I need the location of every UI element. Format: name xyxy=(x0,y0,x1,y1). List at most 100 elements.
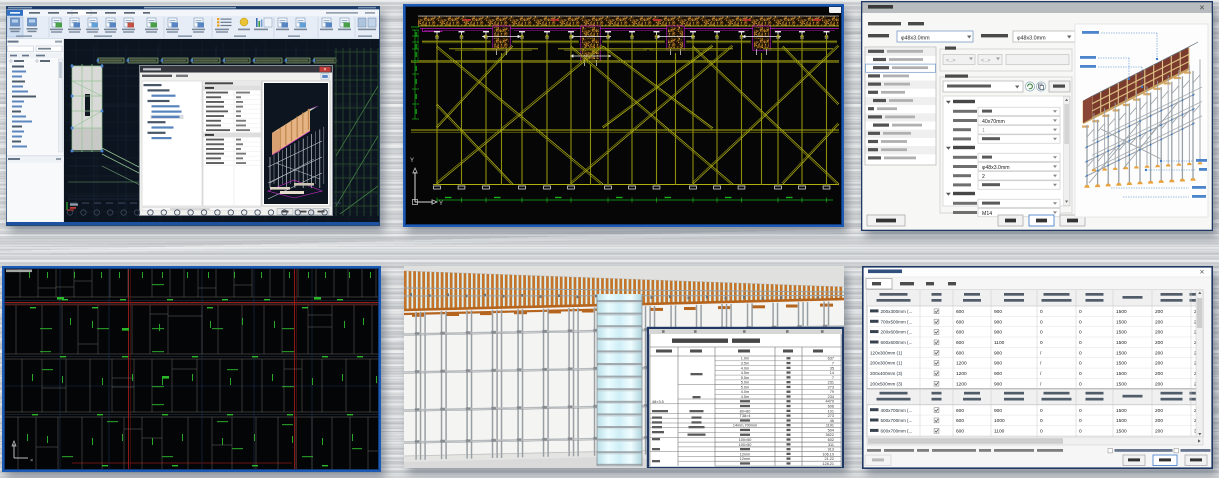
svg-text:1100: 1100 xyxy=(994,340,1005,346)
svg-text:913: 913 xyxy=(828,448,834,452)
svg-text:200x400mm (3): 200x400mm (3) xyxy=(870,371,903,376)
svg-text:200: 200 xyxy=(1155,309,1163,315)
svg-text:80×80: 80×80 xyxy=(740,409,751,413)
svg-text:200: 200 xyxy=(1155,361,1163,367)
svg-text:0: 0 xyxy=(1079,381,1082,387)
svg-text:231: 231 xyxy=(828,381,834,385)
svg-text:14mm,700mm: 14mm,700mm xyxy=(733,424,757,428)
svg-text:900: 900 xyxy=(994,381,1002,387)
svg-text:900: 900 xyxy=(994,330,1002,336)
svg-text:4479: 4479 xyxy=(826,400,834,404)
svg-text:900: 900 xyxy=(994,371,1002,377)
svg-text:200: 200 xyxy=(1155,418,1163,424)
svg-text:1500: 1500 xyxy=(1116,371,1127,377)
svg-text:×: × xyxy=(1200,268,1205,277)
svg-text:×: × xyxy=(323,67,326,73)
svg-text:1500: 1500 xyxy=(1116,418,1127,424)
svg-text:7: 7 xyxy=(832,376,834,380)
svg-text:1500: 1500 xyxy=(1116,350,1127,356)
svg-text:128.21: 128.21 xyxy=(822,462,834,466)
svg-text:79: 79 xyxy=(830,390,834,394)
svg-text:0: 0 xyxy=(1079,319,1082,325)
svg-text:0: 0 xyxy=(1040,429,1043,435)
svg-text:40x70mm: 40x70mm xyxy=(982,119,1005,125)
svg-text:602: 602 xyxy=(828,438,834,442)
svg-text:200: 200 xyxy=(1155,350,1163,356)
svg-text:1500: 1500 xyxy=(1116,361,1127,367)
svg-text:3.5m: 3.5m xyxy=(741,362,749,366)
svg-text:200x500mm (3): 200x500mm (3) xyxy=(870,381,903,386)
svg-text:4.0m: 4.0m xyxy=(741,390,749,394)
svg-text:12mm: 12mm xyxy=(740,452,751,456)
svg-text:φ48x3.0mm: φ48x3.0mm xyxy=(982,165,1010,171)
svg-text:21.22: 21.22 xyxy=(824,457,834,461)
svg-text:900: 900 xyxy=(994,350,1002,356)
svg-text:106.19: 106.19 xyxy=(822,452,834,456)
svg-text:637: 637 xyxy=(828,357,834,361)
svg-text:0: 0 xyxy=(1040,330,1043,336)
svg-text:0: 0 xyxy=(1079,309,1082,315)
svg-text:200x600mm (...: 200x600mm (... xyxy=(881,330,913,335)
svg-text:5.0m: 5.0m xyxy=(741,385,749,389)
svg-text:600x700mm (...: 600x700mm (... xyxy=(881,429,913,434)
svg-text:200: 200 xyxy=(1155,408,1163,414)
svg-text:0: 0 xyxy=(1079,340,1082,346)
svg-text:0: 0 xyxy=(1079,371,1082,377)
svg-text:35: 35 xyxy=(830,366,834,370)
svg-text:273: 273 xyxy=(828,385,834,389)
svg-text:200x300mm (...: 200x300mm (... xyxy=(881,309,913,314)
svg-text:600x600mm (...: 600x600mm (... xyxy=(881,340,913,345)
svg-text:700x500mm (...: 700x500mm (... xyxy=(881,319,913,324)
svg-text:46: 46 xyxy=(830,419,834,423)
svg-text:500x700mm (...: 500x700mm (... xyxy=(881,418,913,423)
svg-text:600: 600 xyxy=(956,418,964,424)
svg-text:0: 0 xyxy=(1040,340,1043,346)
svg-text:600: 600 xyxy=(956,408,964,414)
svg-text:12mm: 12mm xyxy=(740,457,751,461)
svg-text:1200: 1200 xyxy=(956,381,967,387)
svg-text:234: 234 xyxy=(828,395,834,399)
svg-text:0: 0 xyxy=(1079,330,1082,336)
svg-text:×: × xyxy=(1199,3,1204,13)
svg-text:1500: 1500 xyxy=(1116,340,1127,346)
svg-text:1200: 1200 xyxy=(956,361,967,367)
svg-text:1500: 1500 xyxy=(1116,381,1127,387)
svg-text:1500: 1500 xyxy=(1116,429,1127,435)
svg-text:14: 14 xyxy=(830,371,834,375)
svg-text:φ48x3.0mm: φ48x3.0mm xyxy=(901,36,930,42)
svg-text:T38×4: T38×4 xyxy=(740,414,751,418)
svg-text:4.0m: 4.0m xyxy=(741,366,749,370)
svg-text:φ48x3.0mm: φ48x3.0mm xyxy=(1017,36,1046,42)
svg-text:0: 0 xyxy=(1079,361,1082,367)
svg-text:1191: 1191 xyxy=(826,424,834,428)
svg-text:4.5m: 4.5m xyxy=(741,371,749,375)
svg-text:200: 200 xyxy=(1155,381,1163,387)
svg-text:0: 0 xyxy=(1040,418,1043,424)
svg-text:1500: 1500 xyxy=(1116,309,1127,315)
svg-text:120x300mm (1): 120x300mm (1) xyxy=(870,350,903,355)
svg-text:600: 600 xyxy=(956,330,964,336)
svg-text:0: 0 xyxy=(1040,319,1043,325)
svg-text:5.0m: 5.0m xyxy=(741,381,749,385)
svg-text:1: 1 xyxy=(982,128,985,134)
svg-text:600: 600 xyxy=(956,340,964,346)
svg-text:273: 273 xyxy=(828,414,834,418)
svg-text:0: 0 xyxy=(1040,408,1043,414)
svg-text:48×3.5: 48×3.5 xyxy=(652,400,664,404)
svg-text:311: 311 xyxy=(828,443,834,447)
svg-text:400x700mm (...: 400x700mm (... xyxy=(881,408,913,413)
svg-text:900: 900 xyxy=(994,408,1002,414)
svg-text:100×50: 100×50 xyxy=(739,443,752,447)
svg-text:1500: 1500 xyxy=(1116,330,1127,336)
svg-text:600: 600 xyxy=(956,309,964,315)
svg-text:1200: 1200 xyxy=(956,371,967,377)
svg-text:600: 600 xyxy=(956,350,964,356)
svg-text:900: 900 xyxy=(994,319,1002,325)
svg-text:Y: Y xyxy=(439,201,443,207)
svg-text:4.5m: 4.5m xyxy=(741,395,749,399)
svg-text:0: 0 xyxy=(1079,350,1082,356)
svg-text:7: 7 xyxy=(832,362,834,366)
svg-text:1100: 1100 xyxy=(994,429,1005,435)
svg-text:900: 900 xyxy=(994,361,1002,367)
svg-text:0: 0 xyxy=(1079,429,1082,435)
